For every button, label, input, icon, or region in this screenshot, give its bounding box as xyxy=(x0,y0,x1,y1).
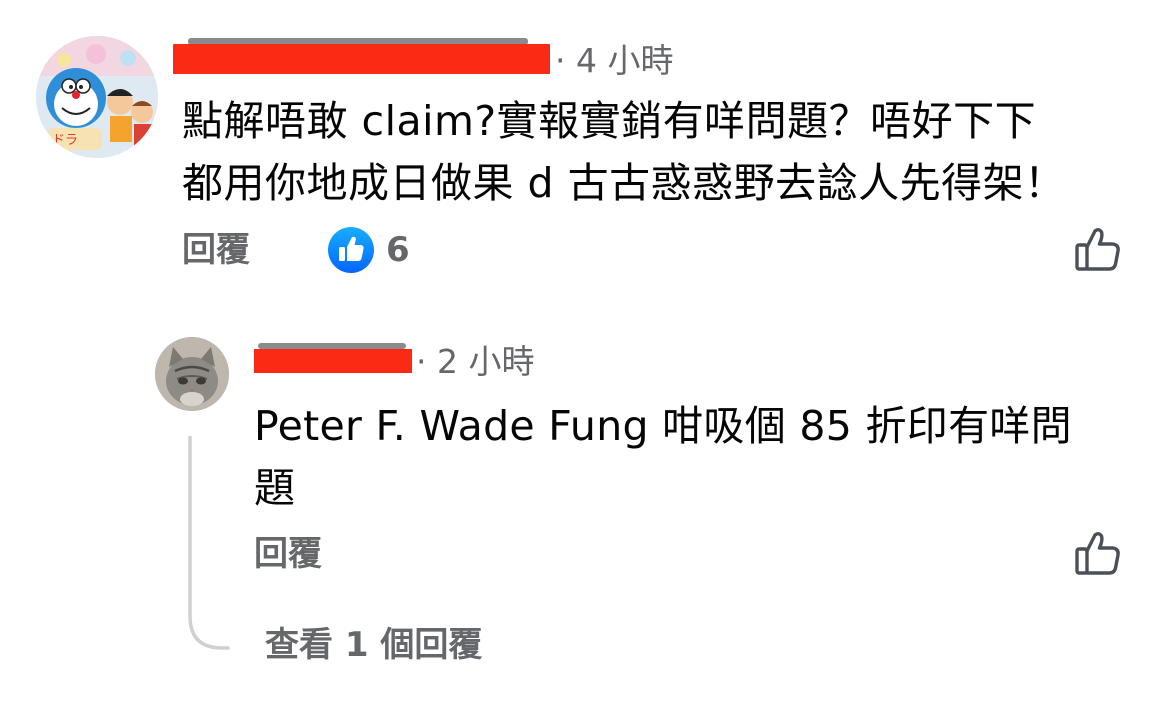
commenter-avatar[interactable]: ドラ xyxy=(36,36,158,158)
comment-text-line: 都用你地成日做果 d 古古惑惑野去諗人先得架！ xyxy=(182,159,1066,207)
thread-connector-line xyxy=(186,434,232,652)
cat-avatar-image xyxy=(155,337,229,411)
thumbs-up-badge-icon[interactable] xyxy=(327,226,375,274)
redaction-bar xyxy=(173,44,550,74)
comment-text-line: 題 xyxy=(254,464,296,512)
comment-timestamp[interactable]: · 2 小時 xyxy=(416,341,534,383)
comment-timestamp[interactable]: · 4 小時 xyxy=(555,40,673,82)
cartoon-avatar-image: ドラ xyxy=(36,36,158,158)
comment-text-line: 點解唔敢 claim?實報實銷有咩問題？唔好下下 xyxy=(182,97,1037,145)
comment-text: 點解唔敢 claim?實報實銷有咩問題？唔好下下 都用你地成日做果 d 古古惑惑… xyxy=(182,90,1132,214)
reply-commenter-avatar[interactable] xyxy=(155,337,229,411)
redaction-bar xyxy=(254,349,412,373)
comment-text-line: Peter F. Wade Fung 咁吸個 85 折印有咩問 xyxy=(254,402,1072,450)
thumbs-up-outline-icon[interactable] xyxy=(1073,224,1123,274)
reply-comment-text: Peter F. Wade Fung 咁吸個 85 折印有咩問 題 xyxy=(254,395,1114,519)
svg-text:ドラ: ドラ xyxy=(52,133,78,148)
reply-button[interactable]: 回覆 xyxy=(254,532,322,576)
reaction-count[interactable]: 6 xyxy=(386,228,410,272)
thumbs-up-outline-icon[interactable] xyxy=(1073,528,1123,578)
view-replies-link[interactable]: 查看 1 個回覆 xyxy=(265,622,482,668)
reply-button[interactable]: 回覆 xyxy=(182,228,250,272)
